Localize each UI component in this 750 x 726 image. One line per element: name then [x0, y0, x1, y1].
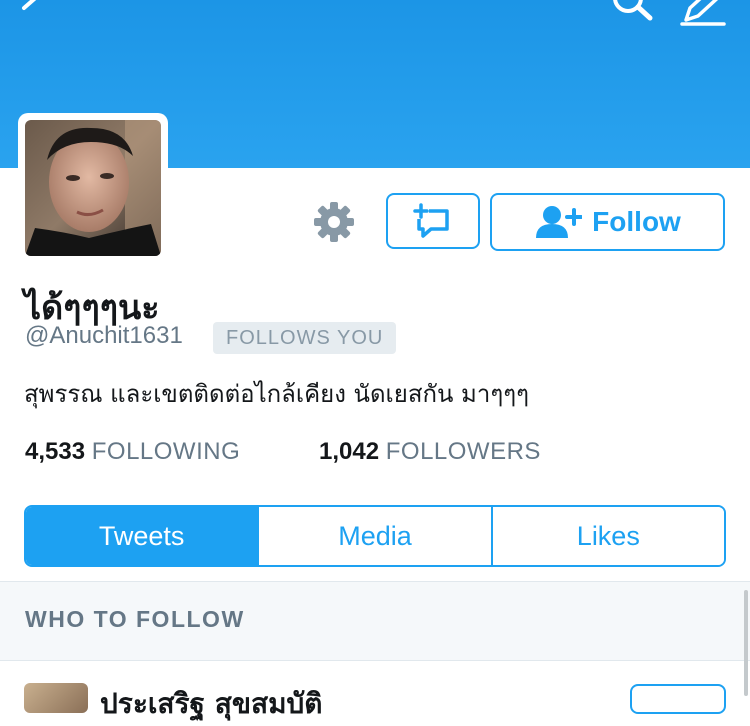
compose-icon[interactable]	[680, 0, 728, 26]
tab-tweets[interactable]: Tweets	[26, 507, 258, 565]
who-to-follow-header: WHO TO FOLLOW	[0, 581, 750, 661]
back-icon[interactable]	[8, 0, 48, 26]
direct-message-button[interactable]	[386, 193, 480, 249]
suggestion-name[interactable]: ประเสริฐ สุขสมบัติ	[100, 682, 322, 726]
scrollbar[interactable]	[744, 590, 748, 696]
follows-you-badge: FOLLOWS YOU	[213, 322, 397, 354]
tab-likes[interactable]: Likes	[490, 507, 724, 565]
search-icon[interactable]	[606, 0, 656, 26]
follow-button-label: Follow	[592, 206, 681, 237]
user-handle: @Anuchit1631	[25, 322, 183, 349]
following-label: FOLLOWING	[91, 438, 241, 465]
following-stat[interactable]: 4,533 FOLLOWING	[25, 438, 240, 466]
who-to-follow-title: WHO TO FOLLOW	[25, 606, 245, 632]
gear-icon[interactable]	[312, 200, 356, 244]
followers-count: 1,042	[319, 438, 380, 465]
add-user-icon	[536, 206, 583, 238]
followers-stat[interactable]: 1,042 FOLLOWERS	[319, 438, 541, 466]
suggestion-avatar[interactable]	[24, 683, 88, 713]
profile-bio: สุพรรณ และเขตติดต่อไกล้เคียง นัดเยสกัน ม…	[24, 380, 529, 408]
avatar[interactable]	[25, 120, 161, 256]
follow-button[interactable]: Follow	[490, 193, 725, 251]
tab-media[interactable]: Media	[257, 507, 491, 565]
suggestion-follow-button[interactable]	[630, 684, 726, 714]
direct-message-icon	[413, 203, 449, 238]
following-count: 4,533	[25, 438, 86, 465]
profile-tabs: Tweets Media Likes	[24, 505, 726, 567]
followers-label: FOLLOWERS	[385, 438, 541, 465]
